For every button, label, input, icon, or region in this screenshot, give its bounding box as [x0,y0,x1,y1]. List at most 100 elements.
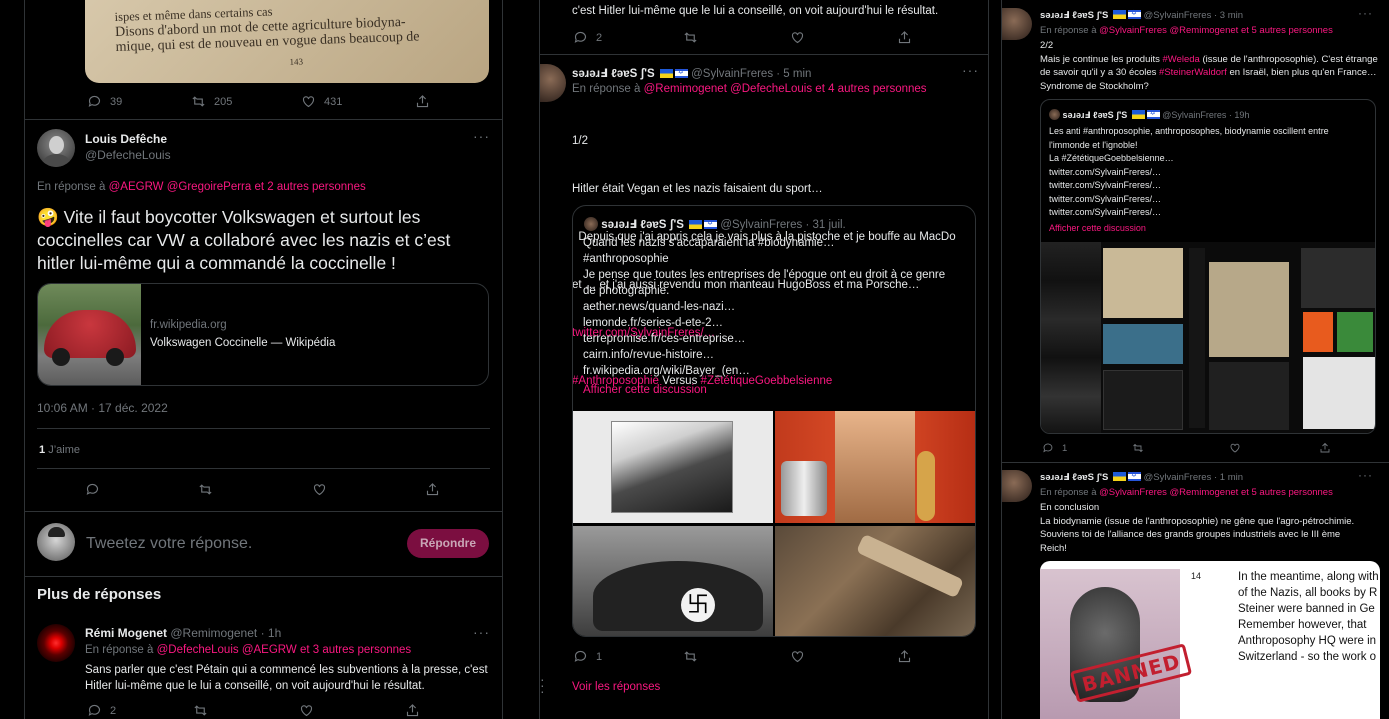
author-name: sǝɹǝɹℲ ℓǝɐS ʃ'S [572,68,655,80]
reply-button[interactable]: 1 [573,649,683,664]
share-icon [416,95,429,108]
author-name[interactable]: Louis Defêche [85,132,167,146]
retweet-icon [1133,443,1143,453]
avatar[interactable] [37,129,75,167]
like-button[interactable] [312,482,425,497]
like-button[interactable]: 431 [301,94,415,109]
heart-icon [313,484,326,496]
like-button[interactable] [790,649,897,664]
reply-button[interactable]: 39 [87,94,191,109]
reply-others[interactable]: et 4 autres personnes [815,83,926,95]
share-button[interactable] [425,482,440,497]
photo-swastika-car[interactable]: 卐 [573,526,773,636]
more-options-icon[interactable]: ··· [473,624,490,640]
avatar [584,217,598,231]
retweet-button[interactable] [193,703,299,718]
current-user-avatar[interactable] [37,523,75,561]
retweet-button[interactable]: 205 [191,94,301,109]
avatar[interactable] [1002,470,1032,502]
quoted-tweet[interactable]: sǝɹǝɹℲ ℓǝɐS ʃ'S @SylvainFreres · 31 juil… [572,205,976,637]
share-button[interactable] [897,649,912,664]
reply-mentions[interactable]: @AEGRW @GregoirePerra [109,181,252,193]
show-thread-link[interactable]: Afficher cette discussion [1049,222,1371,236]
reply-button[interactable]: 2 [87,703,193,718]
share-button[interactable] [1319,442,1331,454]
book-page-image[interactable]: ispes et même dans certains cas Disons d… [85,0,489,83]
reply-submit-button[interactable]: Répondre [407,529,489,558]
reply-icon [574,31,587,43]
israel-flag-icon [1127,471,1141,481]
photo-hands-soil[interactable] [775,526,975,636]
heart-icon [302,96,315,108]
tweet-actions: 1 [573,649,912,664]
avatar [1049,109,1060,120]
tweet-text: c'est Hitler lui-même que le lui a conse… [572,5,939,17]
author-name: sǝɹǝɹℲ ℓǝɐS ʃ'S [601,219,684,231]
reply-button[interactable]: 1 [1042,442,1132,454]
screenshot-collage[interactable] [1041,242,1375,433]
retweet-button[interactable] [1132,442,1229,454]
quote-text: Les anti #anthroposophie, anthroposophes… [1049,125,1371,235]
reply-mentions[interactable]: @SylvainFreres @Remimogenet [1099,487,1238,498]
reply-others[interactable]: et 2 autres personnes [254,181,365,193]
book-page-image[interactable]: BANNED 14 In the meantime, along with of… [1040,561,1380,719]
more-options-icon[interactable]: ··· [1358,6,1373,20]
tweet-author[interactable]: sǝɹǝɹℲ ℓǝɐS ʃ'S @SylvainFreres · 5 min [572,66,811,80]
heart-icon [791,651,804,663]
avatar[interactable] [37,624,75,662]
author-handle: @SylvainFreres · 31 juil. [720,219,846,231]
more-options-icon[interactable]: ··· [962,62,979,78]
reply-mentions[interactable]: @Remimogenet @DefecheLouis [644,83,812,95]
reply-author[interactable]: Rémi Mogenet @Remimogenet · 1h [85,626,281,640]
like-button[interactable] [1229,442,1319,454]
reply-button[interactable]: 2 [573,30,683,45]
retweet-button[interactable] [683,649,790,664]
reply-others[interactable]: et 3 autres personnes [300,644,411,656]
share-button[interactable] [897,30,912,45]
portrait-photo: BANNED [1040,569,1193,719]
share-button[interactable] [415,94,430,109]
author-name: sǝɹǝɹℲ ℓǝɐS ʃ'S [1062,110,1128,120]
quote-text: Quand les nazis s'accaparaient la #biody… [583,235,973,398]
retweet-icon [199,484,212,495]
book-text: In the meantime, along with of the Nazis… [1238,571,1379,663]
photo-mountain[interactable] [573,411,773,523]
reply-others[interactable]: et 5 autres personnes [1241,25,1333,36]
ukraine-flag-icon [1112,10,1126,19]
hashtag[interactable]: #Weleda [1163,54,1200,65]
page-number: 14 [1191,571,1202,581]
reply-icon [86,483,99,495]
tweet-author[interactable]: sǝɹǝɹℲ ℓǝɐS ʃ'S @SylvainFreres · 1 min [1040,471,1243,483]
reply-context: En réponse à @Remimogenet @DefecheLouis … [572,83,927,95]
more-options-icon[interactable]: ··· [1358,468,1373,482]
author-name: sǝɹǝɹℲ ℓǝɐS ʃ'S [1040,10,1109,21]
avatar[interactable] [540,64,566,102]
show-thread-link[interactable]: Afficher cette discussion [583,382,973,398]
heart-icon [300,705,313,717]
conversation-column-left: ispes et même dans certains cas Disons d… [24,0,503,719]
reply-context: En réponse à @DefecheLouis @AEGRW et 3 a… [85,644,412,656]
likes-stat[interactable]: 1 J’aime [39,444,80,456]
more-options-icon[interactable]: ··· [473,128,490,144]
photo-girl-can[interactable] [775,411,975,523]
reply-button[interactable] [85,482,198,497]
author-handle[interactable]: @DefecheLouis [85,148,171,162]
see-replies-link[interactable]: Voir les réponses [572,681,660,693]
share-button[interactable] [405,703,420,718]
hashtag[interactable]: #SteinerWaldorf [1159,67,1227,78]
tweet-author[interactable]: sǝɹǝɹℲ ℓǝɐS ʃ'S @SylvainFreres · 3 min [1040,9,1243,21]
reply-input[interactable]: Tweetez votre réponse. [86,535,252,553]
reply-mentions[interactable]: @DefecheLouis @AEGRW [157,644,297,656]
reply-others[interactable]: et 5 autres personnes [1241,487,1333,498]
swastika-icon: 卐 [681,588,715,622]
quoted-tweet[interactable]: sǝɹǝɹℲ ℓǝɐS ʃ'S @SylvainFreres · 19h Les… [1040,99,1376,434]
avatar[interactable] [1002,8,1032,40]
reply-mentions[interactable]: @SylvainFreres @Remimogenet [1099,25,1238,36]
tweet-timestamp[interactable]: 10:06 AM · 17 déc. 2022 [37,401,168,415]
reply-context: En réponse à @AEGRW @GregoirePerra et 2 … [37,181,366,193]
link-card[interactable]: fr.wikipedia.org Volkswagen Coccinelle —… [37,283,489,386]
retweet-button[interactable] [198,482,312,497]
like-button[interactable] [299,703,405,718]
retweet-button[interactable] [683,30,790,45]
like-button[interactable] [790,30,897,45]
